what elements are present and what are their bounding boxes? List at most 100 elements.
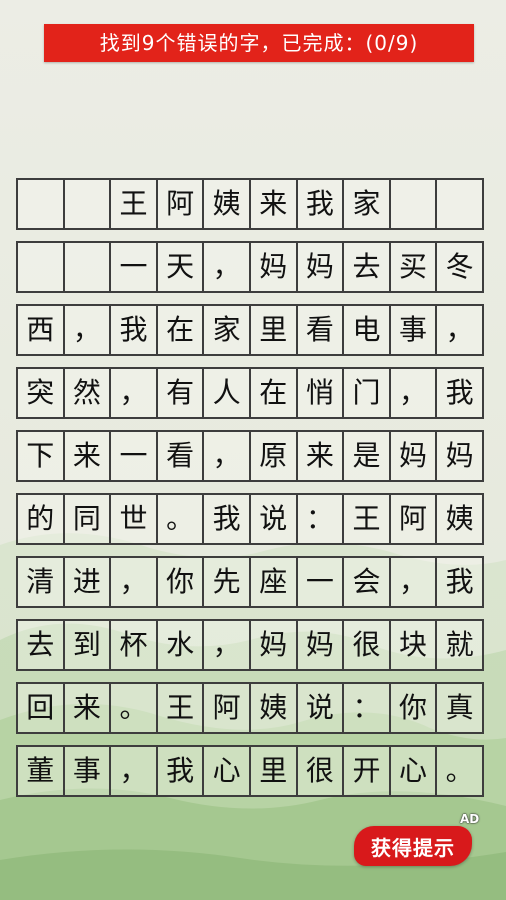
char-cell[interactable]: 家 <box>344 180 391 228</box>
char-cell[interactable]: 你 <box>391 684 438 732</box>
char-cell[interactable]: ， <box>204 432 251 480</box>
char-cell[interactable]: ， <box>111 558 158 606</box>
char-cell[interactable]: 就 <box>437 621 482 669</box>
char-cell[interactable]: 很 <box>298 747 345 795</box>
char-cell[interactable]: 去 <box>18 621 65 669</box>
char-cell[interactable]: 来 <box>298 432 345 480</box>
char-cell[interactable]: 进 <box>65 558 112 606</box>
char-cell[interactable] <box>65 243 112 291</box>
char-cell[interactable]: 。 <box>111 684 158 732</box>
char-cell[interactable]: 是 <box>344 432 391 480</box>
char-cell[interactable]: 说 <box>251 495 298 543</box>
char-cell[interactable]: ， <box>111 369 158 417</box>
char-cell[interactable]: 门 <box>344 369 391 417</box>
char-cell[interactable]: 冬 <box>437 243 482 291</box>
char-cell[interactable]: 妈 <box>251 243 298 291</box>
char-cell[interactable] <box>437 180 482 228</box>
char-cell[interactable]: 里 <box>251 747 298 795</box>
char-cell[interactable]: 一 <box>111 243 158 291</box>
char-cell[interactable]: 姨 <box>251 684 298 732</box>
char-cell[interactable]: 世 <box>111 495 158 543</box>
char-cell[interactable]: 董 <box>18 747 65 795</box>
char-cell[interactable]: 清 <box>18 558 65 606</box>
char-cell[interactable]: 去 <box>344 243 391 291</box>
char-cell[interactable]: 我 <box>204 495 251 543</box>
char-cell[interactable]: 心 <box>391 747 438 795</box>
char-cell[interactable]: ， <box>391 558 438 606</box>
char-cell[interactable]: 一 <box>298 558 345 606</box>
char-cell[interactable]: 事 <box>391 306 438 354</box>
char-cell[interactable]: 回 <box>18 684 65 732</box>
char-cell[interactable]: 电 <box>344 306 391 354</box>
char-cell[interactable]: 家 <box>204 306 251 354</box>
char-cell[interactable]: 同 <box>65 495 112 543</box>
char-cell[interactable]: 突 <box>18 369 65 417</box>
char-cell[interactable]: 我 <box>298 180 345 228</box>
char-cell[interactable]: 事 <box>65 747 112 795</box>
char-cell[interactable]: 真 <box>437 684 482 732</box>
char-cell[interactable]: 下 <box>18 432 65 480</box>
char-cell[interactable]: 心 <box>204 747 251 795</box>
char-cell[interactable]: 然 <box>65 369 112 417</box>
char-cell[interactable]: 来 <box>251 180 298 228</box>
char-cell[interactable]: 到 <box>65 621 112 669</box>
char-cell[interactable]: ， <box>204 243 251 291</box>
char-cell[interactable]: 先 <box>204 558 251 606</box>
char-cell[interactable]: 来 <box>65 684 112 732</box>
char-cell[interactable]: 杯 <box>111 621 158 669</box>
char-cell[interactable]: 王 <box>111 180 158 228</box>
char-cell[interactable]: 水 <box>158 621 205 669</box>
char-cell[interactable]: 在 <box>158 306 205 354</box>
char-cell[interactable]: 我 <box>111 306 158 354</box>
char-cell[interactable]: 在 <box>251 369 298 417</box>
char-cell[interactable]: 我 <box>437 369 482 417</box>
char-cell[interactable]: 原 <box>251 432 298 480</box>
char-cell[interactable]: 王 <box>158 684 205 732</box>
char-cell[interactable]: 你 <box>158 558 205 606</box>
char-cell[interactable]: 说 <box>298 684 345 732</box>
char-cell[interactable]: 妈 <box>391 432 438 480</box>
char-cell[interactable]: 悄 <box>298 369 345 417</box>
char-cell[interactable]: 买 <box>391 243 438 291</box>
char-cell[interactable]: 西 <box>18 306 65 354</box>
char-cell[interactable]: 。 <box>437 747 482 795</box>
char-cell[interactable]: ： <box>344 684 391 732</box>
char-cell[interactable]: ： <box>298 495 345 543</box>
char-cell[interactable]: 我 <box>437 558 482 606</box>
char-cell[interactable]: ， <box>204 621 251 669</box>
char-cell[interactable]: 阿 <box>391 495 438 543</box>
char-cell[interactable]: ， <box>391 369 438 417</box>
char-cell[interactable]: 阿 <box>158 180 205 228</box>
char-cell[interactable]: 很 <box>344 621 391 669</box>
char-cell[interactable]: 看 <box>158 432 205 480</box>
char-cell[interactable]: 会 <box>344 558 391 606</box>
char-cell[interactable]: 我 <box>158 747 205 795</box>
char-cell[interactable]: 阿 <box>204 684 251 732</box>
char-cell[interactable]: ， <box>111 747 158 795</box>
char-cell[interactable]: 看 <box>298 306 345 354</box>
char-cell[interactable] <box>391 180 438 228</box>
char-cell[interactable]: 的 <box>18 495 65 543</box>
char-cell[interactable]: ， <box>437 306 482 354</box>
char-cell[interactable]: ， <box>65 306 112 354</box>
char-cell[interactable]: 一 <box>111 432 158 480</box>
char-cell[interactable]: 天 <box>158 243 205 291</box>
char-cell[interactable]: 王 <box>344 495 391 543</box>
char-cell[interactable] <box>18 180 65 228</box>
char-cell[interactable]: 人 <box>204 369 251 417</box>
char-cell[interactable]: 座 <box>251 558 298 606</box>
char-cell[interactable]: 有 <box>158 369 205 417</box>
char-cell[interactable] <box>18 243 65 291</box>
char-cell[interactable]: 。 <box>158 495 205 543</box>
char-cell[interactable]: 块 <box>391 621 438 669</box>
char-cell[interactable]: 里 <box>251 306 298 354</box>
get-hint-button[interactable]: 获得提示 <box>354 826 472 866</box>
char-cell[interactable]: 妈 <box>298 243 345 291</box>
char-cell[interactable]: 姨 <box>204 180 251 228</box>
char-cell[interactable]: 来 <box>65 432 112 480</box>
char-cell[interactable]: 开 <box>344 747 391 795</box>
char-cell[interactable]: 姨 <box>437 495 482 543</box>
char-cell[interactable] <box>65 180 112 228</box>
char-cell[interactable]: 妈 <box>437 432 482 480</box>
char-cell[interactable]: 妈 <box>251 621 298 669</box>
